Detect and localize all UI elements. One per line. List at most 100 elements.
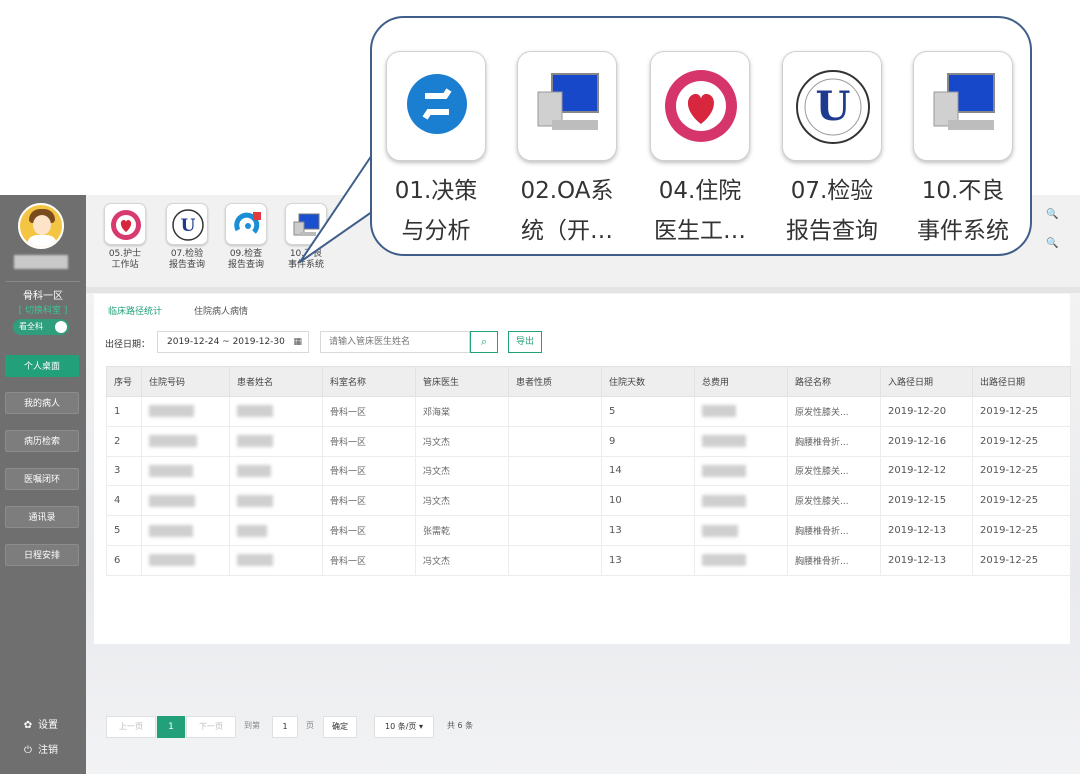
lab-logo-icon: U <box>782 51 882 161</box>
current-page-button[interactable]: 1 <box>157 716 185 738</box>
switch-dept-link[interactable]: [ 切换科室 ] <box>0 303 86 316</box>
table-row[interactable]: 3 骨科一区 冯文杰 14 原发性膝关... 2019-12-12 2019-12-25 <box>106 455 1071 487</box>
next-page-button[interactable]: 下一页 <box>186 716 236 738</box>
decision-analysis-icon <box>386 51 486 161</box>
dept-name: 骨科一区 <box>322 425 416 457</box>
redacted-block <box>702 494 746 507</box>
path-out-date: 2019-12-25 <box>972 544 1071 576</box>
stay-days: 9 <box>601 425 695 457</box>
toolbar-app-label: 09.检查 <box>229 249 263 259</box>
path-out-date: 2019-12-25 <box>972 396 1071 427</box>
patient-type <box>508 544 602 576</box>
exam-logo-icon <box>225 203 267 245</box>
table-row[interactable]: 1 骨科一区 邓海棠 5 原发性膝关... 2019-12-20 2019-12-25 <box>106 396 1071 427</box>
nav-contacts[interactable]: 通讯录 <box>5 506 79 528</box>
toolbar-app-lab-report[interactable]: U 07.检验 报告查询 <box>159 203 215 271</box>
callout-app-oa-system[interactable]: 02.OA系 统（开… <box>515 51 619 251</box>
col-header: 总费用 <box>694 366 788 397</box>
total-cost-redacted <box>694 425 788 457</box>
path-in-date: 2019-12-13 <box>880 515 973 546</box>
nav-schedule[interactable]: 日程安排 <box>5 544 79 566</box>
nav-order-loop[interactable]: 医嘱闭环 <box>5 468 79 490</box>
toolbar-app-adverse-event[interactable]: 10.不良 事件系统 <box>278 203 334 271</box>
callout-app-label: 统（开… <box>521 218 613 244</box>
view-all-dept-toggle[interactable]: 看全科 <box>13 319 69 335</box>
hospital-logo-icon <box>104 203 146 245</box>
callout-app-inpatient-doctor[interactable]: 04.住院 医生工… <box>648 51 752 251</box>
tab-inpatient-condition[interactable]: 住院病人病情 <box>194 304 248 317</box>
col-header: 住院号码 <box>141 366 230 397</box>
table-row[interactable]: 2 骨科一区 冯文杰 9 胸腰椎骨折... 2019-12-16 2019-12-25 <box>106 425 1071 457</box>
callout-app-adverse-event[interactable]: 10.不良 事件系统 <box>911 51 1015 251</box>
admission-no-redacted <box>141 485 230 517</box>
stay-days: 13 <box>601 515 695 546</box>
export-button[interactable]: 导出 <box>508 331 542 353</box>
tab-clinical-path-stats[interactable]: 临床路径统计 <box>108 304 162 317</box>
path-out-date: 2019-12-25 <box>972 455 1071 487</box>
toggle-label: 看全科 <box>19 322 43 331</box>
table-row[interactable]: 6 骨科一区 冯文杰 13 胸腰椎骨折... 2019-12-13 2019-12-25 <box>106 544 1071 576</box>
patient-type <box>508 396 602 427</box>
toolbar-app-label: 报告查询 <box>227 260 264 270</box>
computer-icon <box>913 51 1013 161</box>
lab-logo-icon: U <box>166 203 208 245</box>
table-row[interactable]: 4 骨科一区 冯文杰 10 原发性膝关... 2019-12-15 2019-12-25 <box>106 485 1071 517</box>
toolbar-app-exam-report[interactable]: 09.检查 报告查询 <box>218 203 274 271</box>
toolbar-app-label: 10.不良 <box>289 249 323 259</box>
prev-page-button[interactable]: 上一页 <box>106 716 156 738</box>
page-size-value: 10 条/页 <box>385 722 417 731</box>
page-size-select[interactable]: 10 条/页 ▾ <box>374 716 434 738</box>
toolbar-app-nurse-station[interactable]: 05.护士 工作站 <box>97 203 153 271</box>
doctor-search-input[interactable] <box>320 331 470 353</box>
path-name: 原发性膝关... <box>787 396 881 427</box>
search-button[interactable]: ⌕ <box>470 331 498 353</box>
doctor-name: 冯文杰 <box>415 544 509 576</box>
total-cost-redacted <box>694 485 788 517</box>
user-avatar[interactable] <box>18 203 64 249</box>
row-index: 3 <box>106 455 142 487</box>
total-cost-redacted <box>694 396 788 427</box>
doctor-name: 冯文杰 <box>415 455 509 487</box>
magnify-icon[interactable]: 🔍 <box>1046 238 1058 249</box>
patient-type <box>508 515 602 546</box>
path-name: 原发性膝关... <box>787 455 881 487</box>
callout-app-label: 07.检验 <box>790 178 874 204</box>
date-range-picker[interactable]: 2019-12-24 ~ 2019-12-30 ▦ <box>157 331 309 353</box>
callout-app-decision-analysis[interactable]: 01.决策 与分析 <box>384 51 488 251</box>
total-cost-redacted <box>694 544 788 576</box>
computer-icon <box>517 51 617 161</box>
magnify-icon[interactable]: 🔍 <box>1046 209 1058 220</box>
admission-no-redacted <box>141 515 230 546</box>
col-header: 科室名称 <box>322 366 416 397</box>
row-index: 4 <box>106 485 142 517</box>
toolbar-app-label: 报告查询 <box>168 260 205 270</box>
total-cost-redacted <box>694 455 788 487</box>
logout-label: 注销 <box>38 745 58 756</box>
redacted-block <box>149 554 195 567</box>
admission-no-redacted <box>141 544 230 576</box>
path-in-date: 2019-12-20 <box>880 396 973 427</box>
admission-no-redacted <box>141 396 230 427</box>
hospital-logo-icon <box>650 51 750 161</box>
row-index: 5 <box>106 515 142 546</box>
callout-app-lab-report[interactable]: U 07.检验 报告查询 <box>780 51 884 251</box>
goto-confirm-button[interactable]: 确定 <box>323 716 357 738</box>
logout-button[interactable]: ⏻ 注销 <box>22 741 58 756</box>
goto-page-input[interactable]: 1 <box>272 716 298 738</box>
gear-icon: ✿ <box>23 720 33 731</box>
dept-name: 骨科一区 <box>322 396 416 427</box>
patient-name-redacted <box>229 455 323 487</box>
settings-button[interactable]: ✿ 设置 <box>22 716 58 731</box>
nav-personal-desktop[interactable]: 个人桌面 <box>5 355 79 377</box>
path-name: 胸腰椎骨折... <box>787 425 881 457</box>
nav-record-search[interactable]: 病历检索 <box>5 430 79 452</box>
toolbar-app-label: 工作站 <box>111 260 139 270</box>
doctor-name: 冯文杰 <box>415 425 509 457</box>
user-name-redacted <box>14 255 68 269</box>
dept-name: 骨科一区 <box>322 544 416 576</box>
nav-my-patients[interactable]: 我的病人 <box>5 392 79 414</box>
redacted-block <box>237 524 267 537</box>
table-row[interactable]: 5 骨科一区 张需乾 13 胸腰椎骨折... 2019-12-13 2019-12-25 <box>106 515 1071 546</box>
col-header: 患者性质 <box>508 366 602 397</box>
toolbar-app-label: 07.检验 <box>170 249 204 259</box>
